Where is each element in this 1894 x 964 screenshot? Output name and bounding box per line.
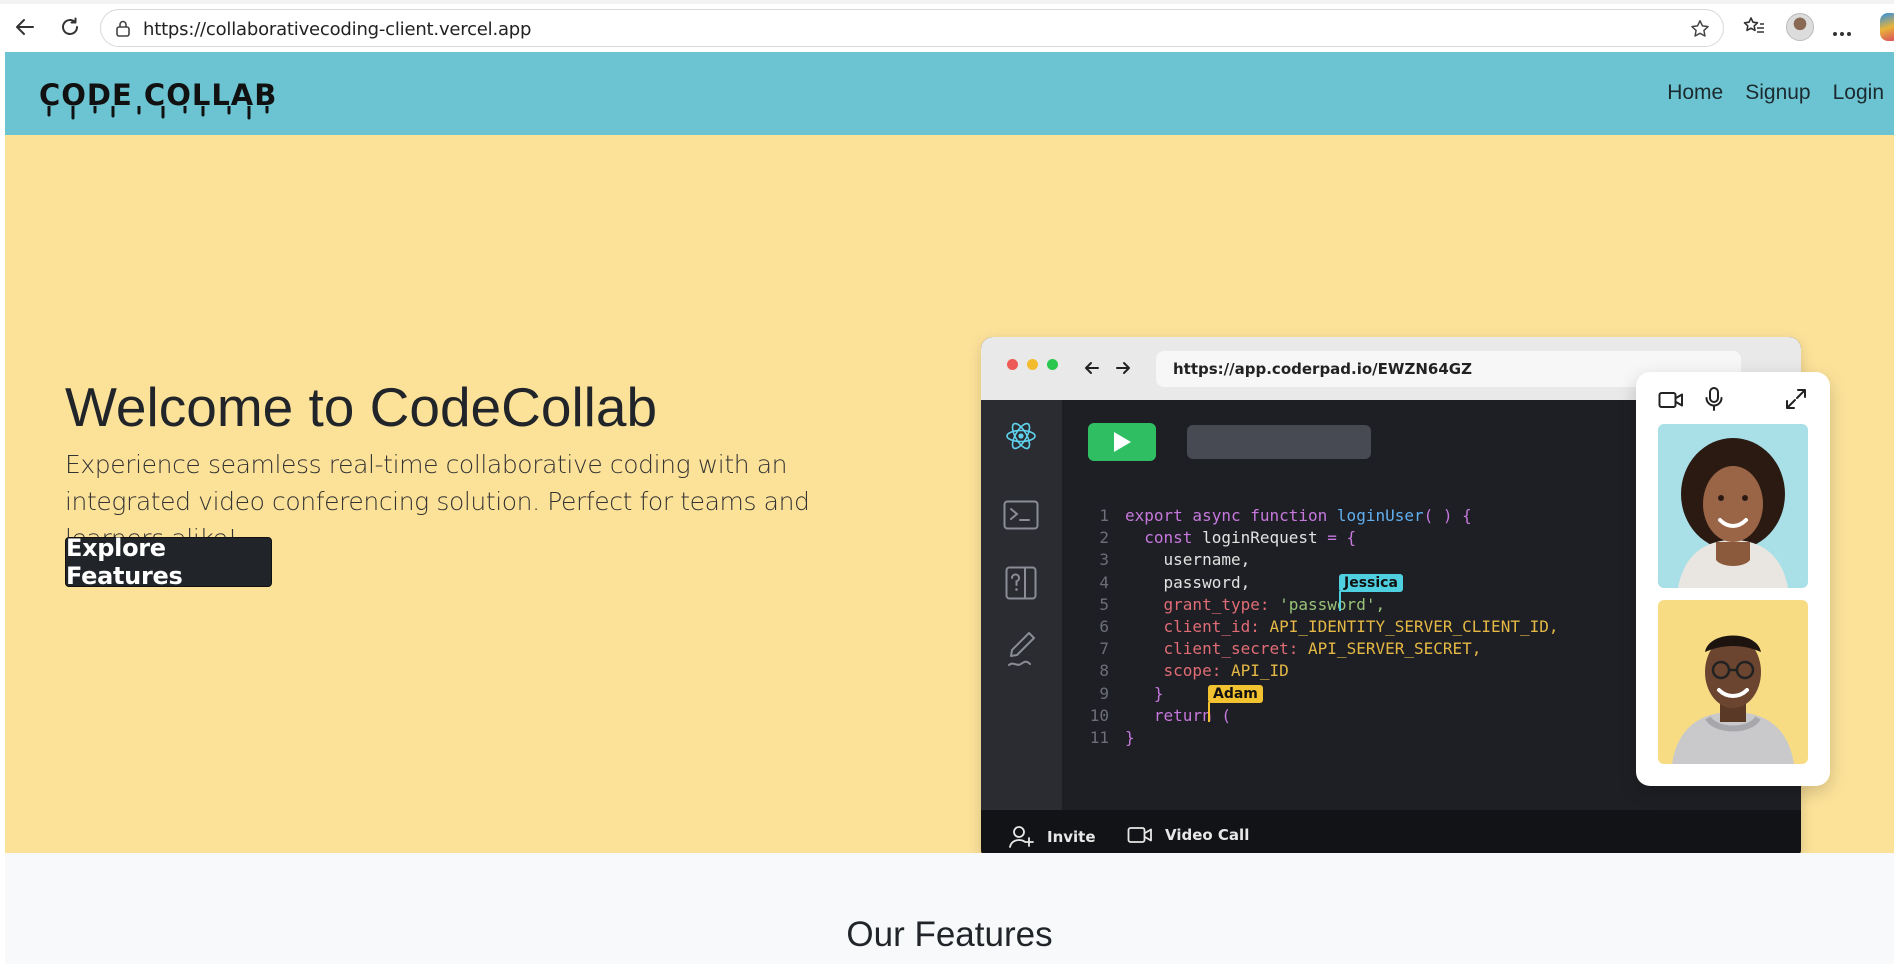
line-number: 9 [1099,683,1109,703]
tab-strip-edge [0,0,1894,4]
draw-pen-icon [1008,632,1035,666]
video-camera-icon [1127,827,1152,843]
code-token: API_ID [1230,661,1289,681]
line-number: 11 [1089,727,1109,747]
code-token: scope: [1163,661,1231,681]
copilot-icon[interactable] [1880,13,1894,41]
lock-icon [115,19,131,42]
favorites-icon[interactable] [1742,14,1766,43]
reload-button[interactable] [55,12,85,42]
window-minimize-dot [1027,359,1038,370]
nav-login-link[interactable]: Login [1822,81,1894,105]
terminal-icon [1003,500,1039,530]
window-maximize-dot [1047,359,1058,370]
explore-features-button[interactable]: Explore Features [65,534,272,590]
code-token: grant_type: [1163,594,1280,614]
line-number: 4 [1099,572,1109,592]
address-url[interactable]: https://collaborativecoding-client.verce… [143,19,531,40]
play-icon [1114,432,1131,452]
line-number: 5 [1099,594,1109,614]
video-call-label: Video Call [1165,826,1250,844]
code-block: 1 export async function loginUser( ) { 2 … [1077,505,1559,749]
line-number: 3 [1099,550,1109,570]
line-number: 8 [1099,661,1109,681]
hero-section: Welcome to CodeCollab Experience seamles… [5,135,1894,861]
code-token: API_IDENTITY_SERVER_CLIENT_ID, [1269,616,1559,636]
favorite-star-icon[interactable] [1689,18,1711,45]
code-token: loginRequest [1202,528,1318,548]
features-section: Our Features [5,853,1894,964]
video-camera-icon [1658,392,1683,408]
video-call-panel [1636,372,1830,786]
code-token: ( ) { [1423,506,1472,525]
code-token: username, [1163,550,1251,570]
line-number: 7 [1099,639,1109,659]
hero-title: Welcome to CodeCollab [65,376,658,438]
address-bar[interactable]: https://collaborativecoding-client.verce… [100,9,1724,47]
participant-woman-illustration [1678,438,1788,588]
run-button [1088,423,1156,461]
nav-home-link[interactable]: Home [1656,81,1734,105]
code-token: const [1144,528,1203,548]
code-token: API_SERVER_SECRET, [1308,639,1482,659]
code-token: loginUser [1336,506,1424,525]
code-token: export async function [1125,506,1337,525]
code-token: 'password', [1279,594,1386,614]
cursor-caret-jessica [1339,591,1341,611]
features-heading: Our Features [846,915,1053,954]
code-token: client_id: [1163,616,1270,636]
video-call-item: Video Call [1127,825,1249,845]
invite-label: Invite [1047,828,1096,846]
expand-icon [1786,389,1806,409]
site-navbar: CODE COLLAB Home Signup Login [5,52,1894,135]
participant-video-woman [1658,424,1808,588]
nav-signup-link[interactable]: Signup [1734,81,1821,105]
mockup-placeholder-bar [1187,425,1371,459]
nav-links: Home Signup Login [1656,81,1894,105]
participant-video-man [1658,600,1808,764]
mockup-forward-icon [1116,362,1130,374]
react-logo-icon [1006,422,1036,450]
cursor-label-jessica: Jessica [1339,574,1403,592]
participant-man-illustration [1672,635,1794,764]
line-number: 2 [1099,528,1109,548]
logo-drips-decoration [47,106,269,120]
reload-icon [62,17,78,35]
cursor-caret-adam [1208,702,1210,722]
line-number: 6 [1099,616,1109,636]
more-menu-icon[interactable] [1832,24,1852,42]
mockup-sidebar [981,400,1062,810]
line-number: 10 [1089,705,1109,725]
code-token: return ( [1153,705,1231,725]
cursor-label-adam: Adam [1208,685,1263,703]
add-user-icon [1009,826,1034,848]
window-close-dot [1007,359,1018,370]
microphone-icon [1705,387,1723,411]
line-number: 1 [1099,506,1109,525]
code-token: password, [1163,572,1251,592]
code-token: } [1125,727,1135,747]
help-panel-icon [1005,566,1037,600]
code-token: client_secret: [1163,639,1309,659]
browser-chrome: https://collaborativecoding-client.verce… [0,0,1894,52]
mockup-back-icon [1085,362,1099,374]
back-button[interactable] [10,12,40,42]
profile-avatar[interactable] [1786,13,1814,41]
arrow-left-icon [16,19,34,35]
invite-item: Invite [1009,825,1096,849]
code-token: = { [1317,528,1357,548]
code-token: } [1153,683,1164,703]
